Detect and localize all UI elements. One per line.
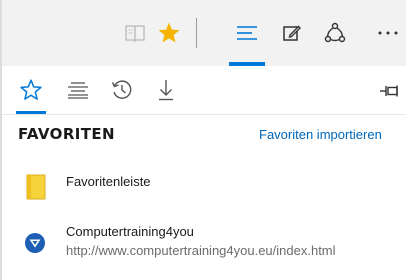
more-button[interactable] [370,18,406,48]
pin-hub-button[interactable] [378,80,402,102]
history-icon [111,80,132,99]
hub-panel: FAVORITEN Favoriten importieren Favorite… [2,66,406,280]
favorite-site-item[interactable]: Computertraining4you http://www.computer… [2,212,406,264]
folder-icon [26,174,46,200]
favorite-site-url: http://www.computertraining4you.eu/index… [66,243,336,258]
tab-downloads[interactable] [150,74,182,106]
share-icon [324,22,346,43]
reading-view-button[interactable] [120,18,150,48]
favorite-site-title: Computertraining4you [66,224,194,239]
tab-reading-list[interactable] [62,74,94,106]
star-outline-icon [20,79,42,100]
share-button[interactable] [320,18,350,48]
tab-favorites[interactable] [15,74,47,106]
reading-list-icon [68,82,88,99]
pen-square-icon [283,25,301,41]
star-filled-icon [158,22,180,43]
section-title: FAVORITEN [18,125,115,143]
hub-button[interactable] [232,18,262,48]
web-note-button[interactable] [277,18,307,48]
add-favorite-button[interactable] [154,18,184,48]
site-favicon-icon [25,233,45,253]
hub-tabs [2,66,406,114]
favorites-header: FAVORITEN Favoriten importieren [2,114,406,153]
more-dots-icon [378,31,398,35]
import-favorites-link[interactable]: Favoriten importieren [259,127,406,142]
favorite-folder-label: Favoritenleiste [66,174,151,189]
edge-hub-window: FAVORITEN Favoriten importieren Favorite… [0,0,406,280]
pin-icon [380,85,398,97]
browser-toolbar [2,0,406,66]
download-icon [159,80,173,101]
favorite-folder-item[interactable]: Favoritenleiste [2,164,406,204]
tab-history[interactable] [106,74,138,106]
hub-lines-icon [237,26,257,40]
toolbar-separator [196,18,197,48]
book-icon [125,25,145,42]
